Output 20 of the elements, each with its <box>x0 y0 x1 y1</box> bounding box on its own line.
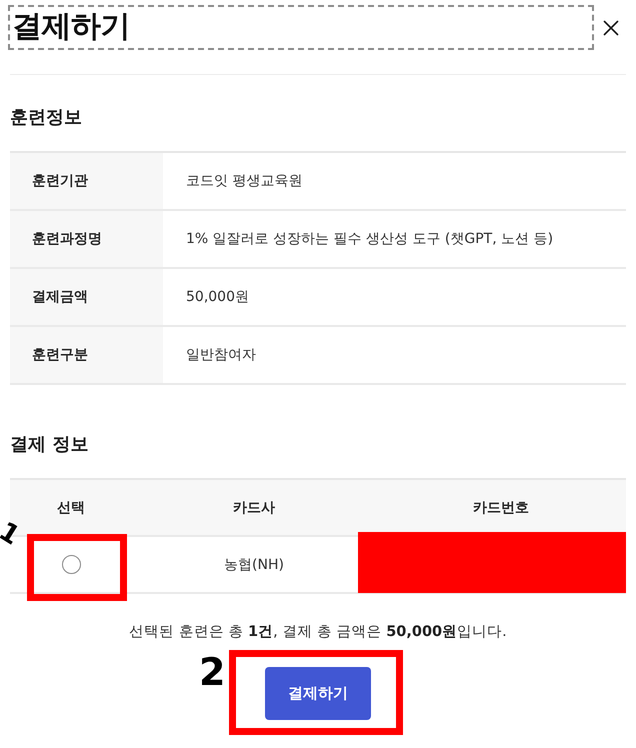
summary-text: 선택된 훈련은 총 1건, 결제 총 금액은 50,000원입니다. <box>128 623 508 642</box>
column-header: 카드사 <box>232 498 276 518</box>
column-header: 카드번호 <box>472 498 530 518</box>
section-heading: 훈련정보 <box>10 107 83 129</box>
row-value: 일반참여자 <box>185 346 257 365</box>
row-label: 훈련과정명 <box>10 211 163 267</box>
pay-button[interactable]: 결제하기 <box>265 667 371 720</box>
step-number: 2 <box>199 653 226 691</box>
step-number: 1 <box>0 518 24 550</box>
row-label: 훈련기관 <box>10 153 163 209</box>
table-cell: 농협(NH) <box>224 556 284 574</box>
row-value: 1% 일잘러로 성장하는 필수 생산성 도구 (챗GPT, 노션 등) <box>185 230 554 249</box>
row-label: 훈련구분 <box>10 327 163 383</box>
card-radio[interactable] <box>62 555 80 574</box>
row-value: 50,000원 <box>185 288 250 307</box>
column-header: 선택 <box>56 498 86 518</box>
row-value: 코드잇 평생교육원 <box>185 172 304 191</box>
row-label: 결제금액 <box>10 269 163 325</box>
dialog-title: 결제하기 <box>8 5 594 50</box>
section-heading: 결제 정보 <box>10 434 90 456</box>
